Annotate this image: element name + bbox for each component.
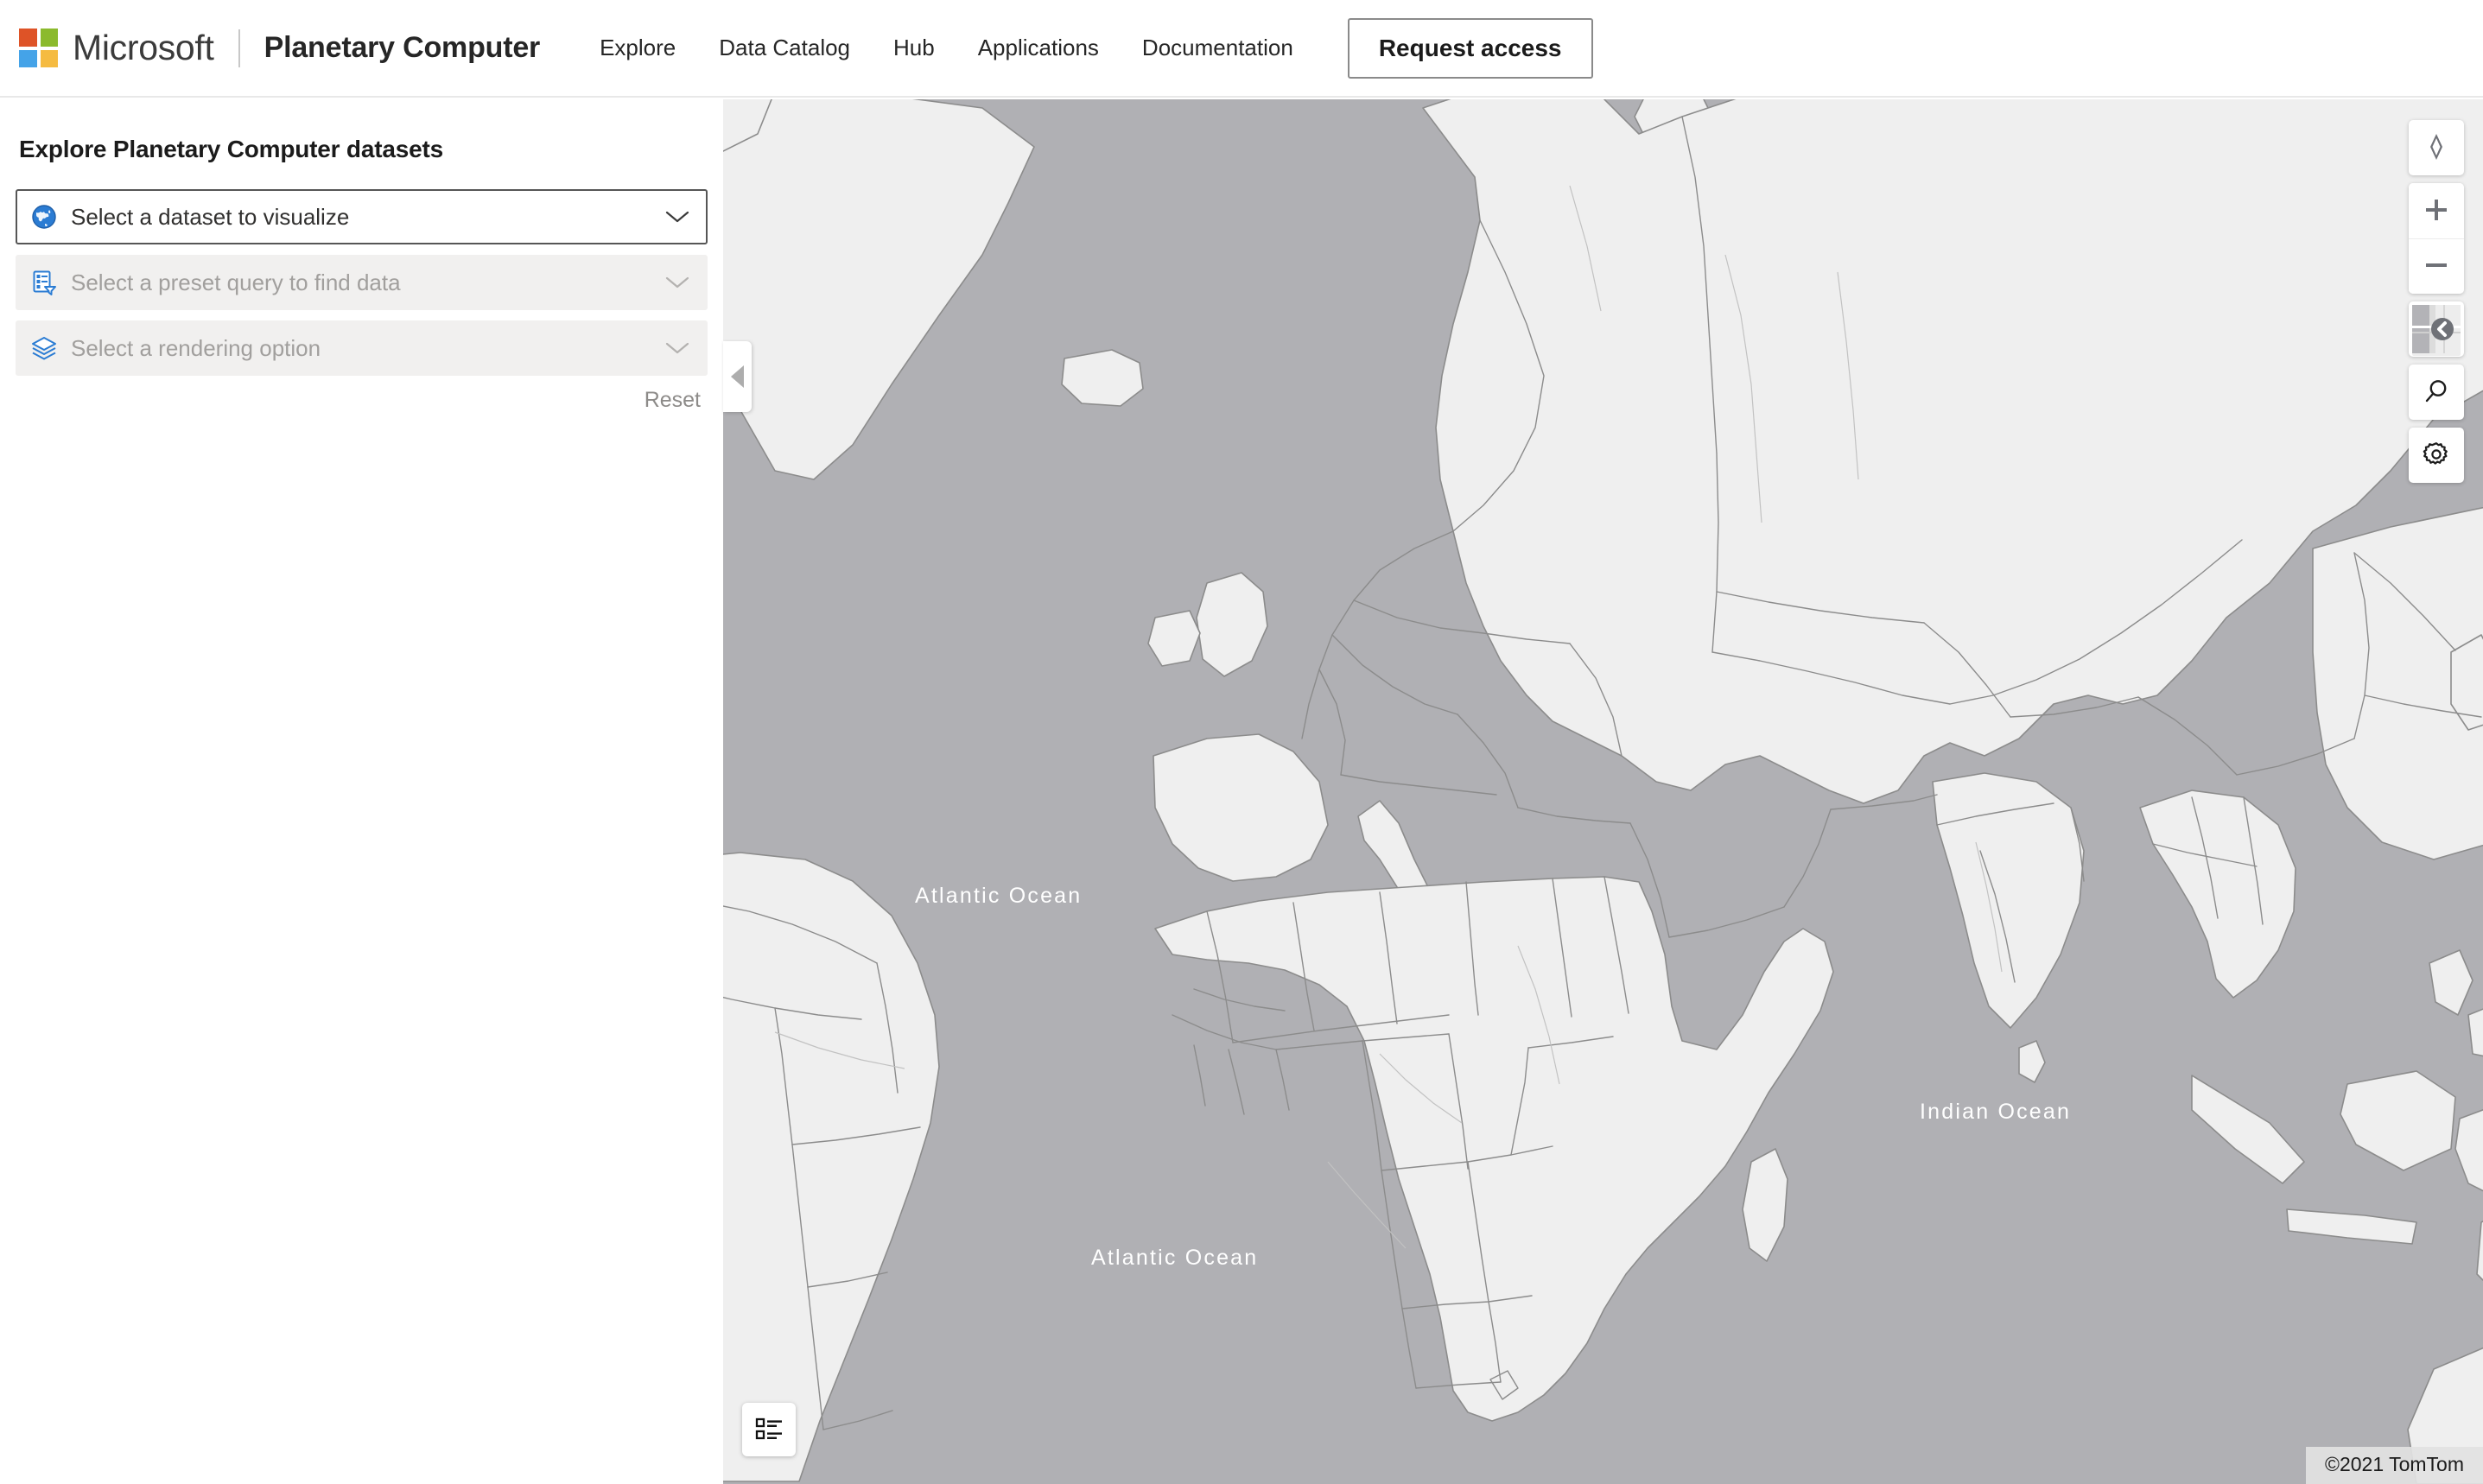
nav-link-data-catalog[interactable]: Data Catalog	[697, 26, 872, 70]
map-settings-button[interactable]	[2409, 428, 2464, 483]
minus-icon	[2423, 252, 2449, 281]
nav-link-documentation[interactable]: Documentation	[1121, 26, 1315, 70]
map-style-button[interactable]	[2409, 301, 2464, 357]
dataset-select[interactable]: Select a dataset to visualize	[16, 189, 708, 244]
map-geometry	[723, 99, 2483, 1484]
explore-sidebar: Explore Planetary Computer datasets Sele…	[0, 99, 723, 1484]
gear-icon	[2423, 441, 2450, 471]
plus-icon	[2423, 197, 2449, 225]
map-legend-button[interactable]	[742, 1403, 796, 1456]
preset-query-select[interactable]: Select a preset query to find data	[16, 255, 708, 310]
nav-link-hub[interactable]: Hub	[872, 26, 956, 70]
reset-link[interactable]: Reset	[645, 388, 701, 413]
microsoft-logo-link[interactable]: Microsoft	[19, 28, 214, 68]
chevron-left-icon	[731, 365, 744, 388]
zoom-in-button[interactable]	[2409, 183, 2464, 238]
sidebar-collapse-handle[interactable]	[723, 341, 752, 412]
microsoft-wordmark: Microsoft	[73, 28, 214, 68]
compass-pitch-button[interactable]	[2409, 120, 2464, 175]
preset-query-icon	[29, 268, 59, 297]
map-attribution: ©2021 TomTom	[2306, 1447, 2483, 1484]
map-controls	[2409, 120, 2464, 491]
map-style-icon	[2412, 343, 2461, 356]
zoom-controls	[2409, 183, 2464, 294]
zoom-out-button[interactable]	[2409, 238, 2464, 294]
map-search-button[interactable]	[2409, 365, 2464, 420]
globe-icon	[29, 202, 59, 231]
nav-link-explore[interactable]: Explore	[578, 26, 697, 70]
rendering-option-select-label: Select a rendering option	[71, 335, 664, 362]
map-canvas[interactable]: Atlantic Ocean Indian Ocean Atlantic Oce…	[723, 99, 2483, 1484]
microsoft-logo-icon	[19, 29, 58, 67]
product-title: Planetary Computer	[264, 31, 540, 65]
layers-icon	[29, 333, 59, 363]
main-navigation: Explore Data Catalog Hub Applications Do…	[578, 26, 1315, 70]
request-access-button[interactable]: Request access	[1348, 18, 1593, 79]
chevron-down-icon	[664, 340, 690, 356]
search-icon	[2423, 377, 2450, 408]
dataset-select-label: Select a dataset to visualize	[71, 204, 664, 231]
chevron-down-icon	[664, 275, 690, 290]
preset-query-select-label: Select a preset query to find data	[71, 270, 664, 296]
rendering-option-select[interactable]: Select a rendering option	[16, 320, 708, 376]
page-title: Explore Planetary Computer datasets	[19, 136, 708, 163]
header-divider	[238, 29, 240, 67]
legend-list-icon	[755, 1417, 783, 1443]
chevron-down-icon	[664, 209, 690, 225]
reset-row: Reset	[16, 388, 708, 413]
app-header: Microsoft Planetary Computer Explore Dat…	[0, 0, 2483, 98]
nav-link-applications[interactable]: Applications	[956, 26, 1121, 70]
compass-icon	[2423, 132, 2449, 164]
